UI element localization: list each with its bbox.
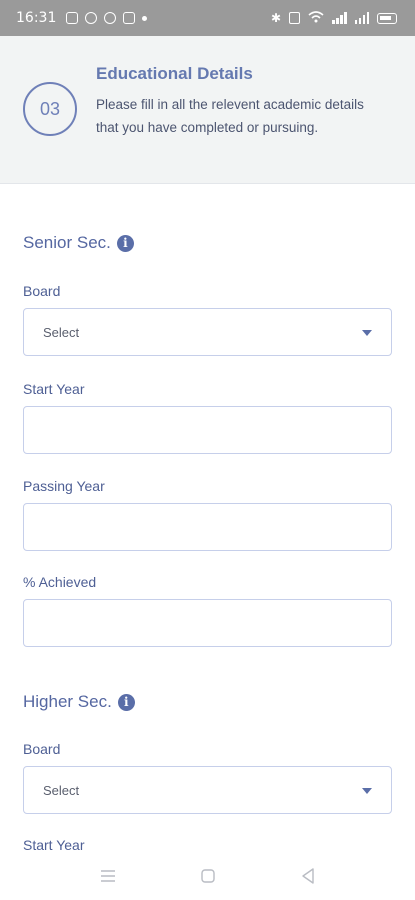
system-nav-bar	[0, 851, 415, 900]
status-bar: 16:31 ✱	[0, 0, 415, 36]
start-year-label: Start Year	[23, 381, 85, 397]
info-icon[interactable]: i	[117, 693, 135, 711]
section-title-senior: Senior Sec. i	[23, 233, 134, 253]
page-title: Educational Details	[96, 64, 253, 83]
start-year-input[interactable]	[23, 406, 392, 454]
section-title-label: Higher Sec.	[23, 692, 112, 711]
home-icon[interactable]	[199, 867, 217, 885]
bluetooth-icon: ✱	[270, 11, 281, 25]
page-description: Please fill in all the relevent academic…	[96, 97, 364, 135]
status-right-icons: ✱	[271, 10, 397, 26]
battery-icon	[377, 12, 397, 24]
nfc-icon	[289, 12, 300, 24]
achieved-input[interactable]	[23, 599, 392, 647]
section-title-higher: Higher Sec. i	[23, 692, 135, 712]
signal-icon	[354, 12, 369, 24]
start-year-label: Start Year	[23, 837, 85, 851]
menu-icon[interactable]	[99, 867, 117, 885]
info-icon[interactable]: i	[116, 234, 134, 252]
wifi-icon	[308, 10, 324, 26]
signal-icon	[332, 12, 347, 24]
dot-icon	[142, 15, 148, 21]
section-header: 03 Educational Details Please fill in al…	[0, 36, 415, 184]
chevron-down-icon	[362, 788, 372, 794]
app-icon	[104, 12, 117, 24]
status-time: 16:31	[16, 10, 57, 26]
passing-year-input[interactable]	[23, 503, 392, 551]
notification-icon	[66, 12, 79, 24]
board-select[interactable]: Select	[23, 766, 392, 814]
board-select-value: Select	[43, 782, 80, 798]
step-number: 03	[39, 98, 61, 119]
board-select-value: Select	[43, 324, 80, 340]
board-label: Board	[23, 741, 61, 757]
chevron-down-icon	[362, 330, 372, 336]
board-select[interactable]: Select	[23, 308, 392, 356]
step-number-badge: 03	[23, 82, 77, 136]
screenshot-icon	[123, 12, 136, 24]
app-icon	[85, 12, 98, 24]
back-icon[interactable]	[299, 867, 317, 885]
status-left-icons	[66, 12, 148, 24]
board-label: Board	[23, 283, 61, 299]
passing-year-label: Passing Year	[23, 478, 105, 494]
achieved-label: % Achieved	[23, 574, 97, 590]
section-title-label: Senior Sec.	[23, 233, 111, 252]
